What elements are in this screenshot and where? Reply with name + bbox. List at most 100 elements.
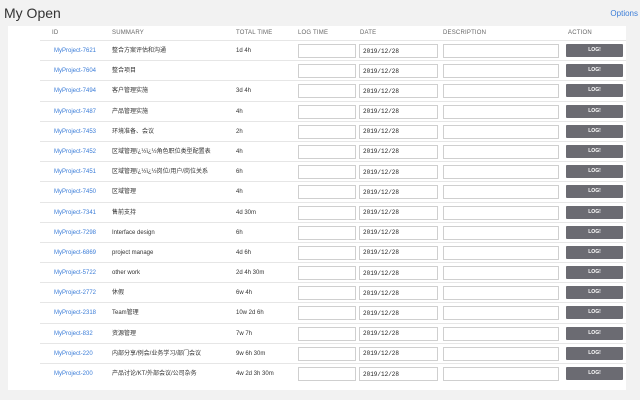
log-time-input[interactable] <box>298 185 356 200</box>
log-time-input[interactable] <box>298 326 356 341</box>
issue-id-link[interactable]: MyProject-7621 <box>54 41 96 61</box>
log-time-input[interactable] <box>298 124 356 139</box>
log-time-input[interactable] <box>298 44 356 58</box>
total-time: 4d 30m <box>236 209 257 216</box>
description-input[interactable] <box>443 245 559 260</box>
total-time: 1d 4h <box>236 48 252 54</box>
log-button[interactable]: LOG! <box>566 245 623 259</box>
date-input[interactable] <box>359 266 438 281</box>
issue-id-link[interactable]: MyProject-2318 <box>54 303 96 323</box>
date-input[interactable] <box>359 286 438 301</box>
description-input[interactable] <box>443 165 559 180</box>
date-input[interactable] <box>359 367 438 381</box>
table-row: MyProject-6869 project manage 4d 6h LOG! <box>40 241 626 263</box>
log-time-input[interactable] <box>298 84 356 99</box>
log-button[interactable]: LOG! <box>566 84 623 98</box>
options-link[interactable]: Options <box>610 9 638 18</box>
total-time: 4d 6h <box>236 249 252 256</box>
date-input[interactable] <box>359 346 438 361</box>
description-input[interactable] <box>443 367 559 381</box>
column-header-id: ID <box>52 30 59 36</box>
log-time-input[interactable] <box>298 225 356 240</box>
description-input[interactable] <box>443 225 559 240</box>
log-button[interactable]: LOG! <box>566 124 623 138</box>
log-button[interactable]: LOG! <box>566 205 623 219</box>
log-button[interactable]: LOG! <box>566 367 623 380</box>
description-input[interactable] <box>443 306 559 321</box>
issue-id-link[interactable]: MyProject-7494 <box>54 81 96 101</box>
date-input[interactable] <box>359 326 438 341</box>
description-input[interactable] <box>443 185 559 200</box>
date-input[interactable] <box>359 144 438 159</box>
log-button[interactable]: LOG! <box>566 144 623 158</box>
issue-id-link[interactable]: MyProject-7450 <box>54 182 96 202</box>
log-button[interactable]: LOG! <box>566 266 623 280</box>
description-input[interactable] <box>443 144 559 159</box>
issue-id-link[interactable]: MyProject-7452 <box>54 142 96 162</box>
total-time: 6h <box>236 229 243 236</box>
date-input[interactable] <box>359 64 438 79</box>
date-input[interactable] <box>359 104 438 119</box>
log-button[interactable]: LOG! <box>566 64 623 78</box>
log-time-input[interactable] <box>298 367 356 381</box>
log-time-input[interactable] <box>298 245 356 260</box>
issue-id-link[interactable]: MyProject-7451 <box>54 162 96 182</box>
issue-id-link[interactable]: MyProject-6869 <box>54 243 96 263</box>
description-input[interactable] <box>443 64 559 79</box>
issue-id-link[interactable]: MyProject-7604 <box>54 61 96 81</box>
description-input[interactable] <box>443 84 559 99</box>
description-input[interactable] <box>443 346 559 361</box>
description-input[interactable] <box>443 104 559 119</box>
date-input[interactable] <box>359 205 438 220</box>
table-row: MyProject-7453 环境准备、会议 2h LOG! <box>40 120 626 142</box>
log-button[interactable]: LOG! <box>566 286 623 300</box>
issue-id-link[interactable]: MyProject-5722 <box>54 263 96 283</box>
table-row: MyProject-832 资源管理 7w 7h LOG! <box>40 322 626 344</box>
issue-id-link[interactable]: MyProject-832 <box>54 324 93 344</box>
date-input[interactable] <box>359 306 438 321</box>
description-input[interactable] <box>443 124 559 139</box>
issue-summary: 售前支持 <box>112 209 137 216</box>
log-time-input[interactable] <box>298 306 356 321</box>
issue-id-link[interactable]: MyProject-7453 <box>54 122 96 142</box>
date-input[interactable] <box>359 44 438 58</box>
log-time-input[interactable] <box>298 346 356 361</box>
header-bar: My Open Options <box>0 0 640 28</box>
date-input[interactable] <box>359 245 438 260</box>
log-button[interactable]: LOG! <box>566 185 623 199</box>
log-time-input[interactable] <box>298 205 356 220</box>
date-input[interactable] <box>359 225 438 240</box>
description-input[interactable] <box>443 286 559 301</box>
description-input[interactable] <box>443 266 559 281</box>
description-input[interactable] <box>443 326 559 341</box>
log-time-input[interactable] <box>298 64 356 79</box>
date-input[interactable] <box>359 84 438 99</box>
worklog-table-body: MyProject-7621整合方案评估和沟通1d 4hLOG!MyProjec… <box>40 40 626 383</box>
issue-summary: 整合方案评估和沟通 <box>112 48 167 54</box>
description-input[interactable] <box>443 205 559 220</box>
issue-id-link[interactable]: MyProject-7487 <box>54 102 96 122</box>
log-time-input[interactable] <box>298 266 356 281</box>
description-input[interactable] <box>443 44 559 58</box>
issue-id-link[interactable]: MyProject-2772 <box>54 283 96 303</box>
log-time-input[interactable] <box>298 144 356 159</box>
issue-summary: 环境准备、会议 <box>112 128 155 135</box>
log-button[interactable]: LOG! <box>566 326 623 340</box>
date-input[interactable] <box>359 165 438 180</box>
issue-id-link[interactable]: MyProject-220 <box>54 344 93 364</box>
log-button[interactable]: LOG! <box>566 165 623 179</box>
issue-id-link[interactable]: MyProject-7341 <box>54 203 96 223</box>
log-button[interactable]: LOG! <box>566 44 623 57</box>
log-time-input[interactable] <box>298 286 356 301</box>
issue-id-link[interactable]: MyProject-200 <box>54 364 93 384</box>
issue-id-link[interactable]: MyProject-7298 <box>54 223 96 243</box>
date-input[interactable] <box>359 124 438 139</box>
log-time-input[interactable] <box>298 165 356 180</box>
log-button[interactable]: LOG! <box>566 346 623 360</box>
log-button[interactable]: LOG! <box>566 306 623 320</box>
log-button[interactable]: LOG! <box>566 104 623 118</box>
log-time-input[interactable] <box>298 104 356 119</box>
log-button[interactable]: LOG! <box>566 225 623 239</box>
total-time: 6h <box>236 169 243 176</box>
date-input[interactable] <box>359 185 438 200</box>
